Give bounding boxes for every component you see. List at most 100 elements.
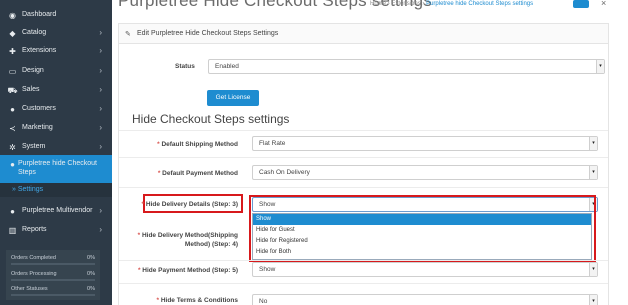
monitor-icon: ▭ bbox=[8, 67, 17, 76]
breadcrumb-extensions[interactable]: Extensions bbox=[391, 1, 420, 7]
sidebar: ◉ Dashboard ◆ Catalog › ✚ Extensions › ▭… bbox=[0, 0, 112, 305]
required-mark: * bbox=[141, 201, 145, 208]
save-button[interactable] bbox=[573, 0, 589, 8]
divider bbox=[119, 283, 608, 284]
label-text: Hide Delivery Method(Shipping bbox=[141, 232, 238, 239]
hide-delivery-details-label: * Hide Delivery Details (Step: 3) bbox=[142, 201, 238, 208]
required-mark: * bbox=[157, 141, 160, 148]
stat-progress-bar bbox=[11, 279, 95, 281]
chevron-down-icon: ▾ bbox=[589, 166, 597, 179]
sidebar-item-customers[interactable]: ● Customers › bbox=[0, 100, 112, 118]
stat-label: Other Statuses bbox=[11, 286, 48, 292]
bar-chart-icon: ▥ bbox=[8, 226, 17, 235]
share-icon: ≺ bbox=[9, 124, 16, 133]
stat-label: Orders Completed bbox=[11, 255, 56, 261]
sidebar-item-label: Customers bbox=[22, 105, 56, 112]
gear-icon: ✲ bbox=[9, 143, 16, 152]
select-value: Flat Rate bbox=[259, 140, 286, 147]
required-mark: * bbox=[137, 267, 141, 274]
label-text: Hide Delivery Details (Step: 3) bbox=[145, 201, 238, 208]
breadcrumb-separator: › bbox=[387, 1, 390, 7]
breadcrumb-current[interactable]: Purpletree hide Checkout Steps settings bbox=[426, 1, 533, 7]
required-mark: * bbox=[157, 170, 161, 177]
sidebar-item-catalog[interactable]: ◆ Catalog › bbox=[0, 24, 112, 42]
chevron-right-icon: › bbox=[99, 104, 102, 113]
chevron-right-icon: › bbox=[99, 225, 102, 234]
breadcrumb: Home › Extensions › Purpletree hide Chec… bbox=[370, 1, 533, 7]
sidebar-item-system[interactable]: ✲ System › bbox=[0, 138, 112, 156]
sidebar-item-label: Design bbox=[22, 67, 44, 74]
sidebar-item-purpletree-multivendor[interactable]: ● Purpletree Multivendor › bbox=[0, 202, 112, 220]
sidebar-subitem-settings[interactable]: » Settings bbox=[0, 183, 112, 197]
sidebar-item-reports[interactable]: ▥ Reports › bbox=[0, 221, 112, 239]
sidebar-item-label: Reports bbox=[22, 226, 47, 233]
stat-progress-bar bbox=[11, 294, 95, 296]
highlight-box-dropdown bbox=[249, 195, 596, 262]
sidebar-item-label: Catalog bbox=[22, 29, 47, 36]
divider bbox=[119, 157, 608, 158]
status-select-value: Enabled bbox=[215, 63, 239, 70]
stat-row-orders-completed: Orders Completed 0% bbox=[6, 252, 100, 266]
status-select[interactable]: Enabled ▾ bbox=[208, 59, 605, 74]
chevron-down-icon: ▾ bbox=[589, 295, 597, 305]
sidebar-item-label: Marketing bbox=[22, 124, 53, 131]
chevron-right-icon: › bbox=[99, 66, 102, 75]
divider bbox=[119, 260, 608, 261]
required-mark: * bbox=[156, 297, 160, 304]
stat-label: Orders Processing bbox=[11, 271, 57, 277]
panel-heading-text: Edit Purpletree Hide Checkout Steps Sett… bbox=[137, 30, 279, 37]
label-text: Hide Payment Method (Step: 5) bbox=[142, 267, 238, 274]
hide-payment-method-select[interactable]: Show ▾ bbox=[252, 262, 598, 277]
label-text: Hide Terms & Conditions bbox=[160, 297, 238, 304]
select-value: No bbox=[259, 298, 268, 305]
user-icon: ● bbox=[10, 105, 15, 114]
default-payment-select[interactable]: Cash On Delivery ▾ bbox=[252, 165, 598, 180]
divider bbox=[119, 130, 608, 131]
chevron-right-icon: › bbox=[99, 142, 102, 151]
hide-terms-select[interactable]: No ▾ bbox=[252, 294, 598, 305]
sidebar-item-label: Purpletree Multivendor bbox=[22, 207, 93, 214]
sidebar-item-design[interactable]: ▭ Design › bbox=[0, 62, 112, 80]
order-stats-panel: Orders Completed 0% Orders Processing 0%… bbox=[6, 250, 100, 300]
required-mark: * bbox=[137, 232, 141, 239]
close-icon[interactable]: × bbox=[601, 0, 606, 8]
stat-row-orders-processing: Orders Processing 0% bbox=[6, 268, 100, 282]
sidebar-item-purpletree-hide-checkout[interactable]: ● Purpletree hide Checkout Steps bbox=[0, 155, 112, 183]
chevron-right-icon: › bbox=[99, 206, 102, 215]
sidebar-item-marketing[interactable]: ≺ Marketing › bbox=[0, 119, 112, 137]
chevron-down-icon: ▾ bbox=[596, 60, 604, 73]
stat-value: 0% bbox=[87, 286, 95, 292]
chevron-right-icon: › bbox=[99, 85, 102, 94]
label-line-2: Method) (Step: 4) bbox=[184, 241, 238, 248]
chevron-right-icon: › bbox=[99, 123, 102, 132]
sidebar-item-label: Extensions bbox=[22, 47, 57, 54]
chevron-down-icon: ▾ bbox=[589, 263, 597, 276]
sidebar-item-sales[interactable]: ⛟ Sales › bbox=[0, 81, 112, 99]
label-text: Default Shipping Method bbox=[161, 141, 238, 148]
panel-heading: ✎ Edit Purpletree Hide Checkout Steps Se… bbox=[119, 24, 608, 44]
user-icon: ● bbox=[10, 160, 15, 169]
hide-terms-label: * Hide Terms & Conditions bbox=[156, 297, 238, 304]
tag-icon: ◆ bbox=[9, 29, 16, 38]
chevron-right-icon: › bbox=[99, 46, 102, 55]
default-shipping-label: * Default Shipping Method bbox=[157, 141, 238, 148]
chevron-down-icon: ▾ bbox=[589, 137, 597, 150]
sidebar-item-label: System bbox=[22, 143, 46, 150]
sidebar-item-dashboard[interactable]: ◉ Dashboard bbox=[0, 6, 112, 24]
sidebar-subitem-label: » Settings bbox=[12, 186, 44, 193]
breadcrumb-home[interactable]: Home bbox=[370, 1, 386, 7]
stat-value: 0% bbox=[87, 271, 95, 277]
sidebar-item-label: Sales bbox=[22, 86, 40, 93]
get-license-button[interactable]: Get License bbox=[207, 90, 259, 106]
chevron-right-icon: › bbox=[99, 28, 102, 37]
section-title: Hide Checkout Steps settings bbox=[132, 112, 290, 126]
stat-row-other-statuses: Other Statuses 0% bbox=[6, 283, 100, 297]
default-shipping-select[interactable]: Flat Rate ▾ bbox=[252, 136, 598, 151]
cart-icon: ⛟ bbox=[7, 85, 18, 95]
default-payment-label: * Default Payment Method bbox=[158, 170, 238, 177]
label-line-1: * Hide Delivery Method(Shipping bbox=[138, 231, 238, 240]
dashboard-icon: ◉ bbox=[9, 11, 16, 20]
sidebar-item-label: Dashboard bbox=[22, 11, 57, 18]
hide-delivery-method-label: * Hide Delivery Method(Shipping Method) … bbox=[138, 231, 238, 249]
sidebar-item-extensions[interactable]: ✚ Extensions › bbox=[0, 42, 112, 60]
